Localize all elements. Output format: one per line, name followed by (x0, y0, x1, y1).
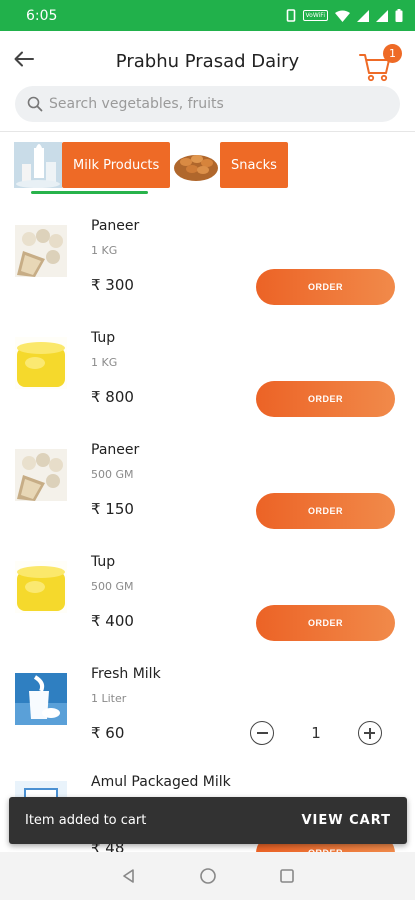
signal-icon (357, 9, 369, 22)
order-button[interactable]: ORDER (256, 605, 395, 641)
product-item: Tup 500 GM ₹ 400 ORDER (0, 553, 415, 665)
product-name: Amul Packaged Milk (91, 774, 231, 790)
product-quantity: 1 KG (91, 356, 118, 369)
product-name: Tup (91, 554, 116, 570)
battery-icon (395, 9, 403, 22)
cart-button[interactable]: 1 (358, 41, 402, 82)
order-button[interactable]: ORDER (256, 381, 395, 417)
order-button[interactable]: ORDER (256, 269, 395, 305)
search-icon (27, 96, 43, 112)
increment-button[interactable] (357, 721, 382, 745)
quantity-value: 1 (311, 724, 321, 742)
snackbar: Item added to cart VIEW CART (9, 797, 407, 844)
product-item: Fresh Milk 1 Liter ₹ 60 1 (0, 665, 415, 777)
product-name: Tup (91, 330, 116, 346)
snacks-thumbnail (172, 142, 220, 188)
back-triangle-icon[interactable] (121, 868, 137, 884)
vibrate-icon (286, 9, 295, 22)
header-divider (0, 131, 415, 132)
system-nav-bar (0, 852, 415, 900)
plus-icon-stroke (369, 727, 371, 739)
milk-products-thumbnail (14, 142, 62, 188)
network-badge: VoWiFi (302, 10, 328, 21)
paneer-image (15, 449, 67, 501)
view-cart-button[interactable]: VIEW CART (301, 813, 391, 828)
product-price: ₹ 800 (91, 388, 134, 406)
product-price: ₹ 300 (91, 276, 134, 294)
snackbar-message: Item added to cart (25, 813, 147, 828)
cart-count-badge: 1 (383, 44, 402, 63)
status-time: 6:05 (26, 7, 58, 24)
product-item: Tup 1 KG ₹ 800 ORDER (0, 329, 415, 441)
product-quantity: 500 GM (91, 468, 134, 481)
order-button[interactable]: ORDER (256, 493, 395, 529)
product-price: ₹ 400 (91, 612, 134, 630)
quantity-stepper: 1 (250, 720, 382, 746)
wifi-icon (335, 10, 350, 22)
product-name: Paneer (91, 218, 140, 234)
product-price: ₹ 150 (91, 500, 134, 518)
category-label: Snacks (220, 142, 288, 188)
active-category-indicator (31, 191, 148, 194)
page-title: Prabhu Prasad Dairy (115, 51, 300, 72)
recents-square-icon[interactable] (279, 868, 295, 884)
product-quantity: 1 Liter (91, 692, 127, 705)
product-quantity: 500 GM (91, 580, 134, 593)
fresh-milk-image (15, 673, 67, 725)
product-name: Paneer (91, 442, 140, 458)
app-header: Prabhu Prasad Dairy 1 (0, 31, 415, 91)
category-tab-snacks[interactable]: Snacks (172, 142, 288, 188)
tup-image (15, 337, 67, 389)
status-bar: 6:05 VoWiFi (0, 0, 415, 31)
tup-image (15, 561, 67, 613)
minus-icon (256, 732, 268, 734)
product-name: Fresh Milk (91, 666, 161, 682)
category-label: Milk Products (62, 142, 171, 188)
signal-icon-2 (376, 9, 388, 22)
product-item: Paneer 500 GM ₹ 150 ORDER (0, 441, 415, 553)
product-quantity: 1 KG (91, 244, 118, 257)
status-icons: VoWiFi (286, 9, 403, 22)
decrement-button[interactable] (250, 721, 274, 745)
home-circle-icon[interactable] (199, 867, 217, 885)
product-price: ₹ 60 (91, 724, 125, 742)
search-bar[interactable] (15, 86, 400, 122)
category-tab-milk-products[interactable]: Milk Products (14, 142, 171, 188)
product-item: Paneer 1 KG ₹ 300 ORDER (0, 217, 415, 329)
search-input[interactable] (49, 96, 379, 112)
paneer-image (15, 225, 67, 277)
